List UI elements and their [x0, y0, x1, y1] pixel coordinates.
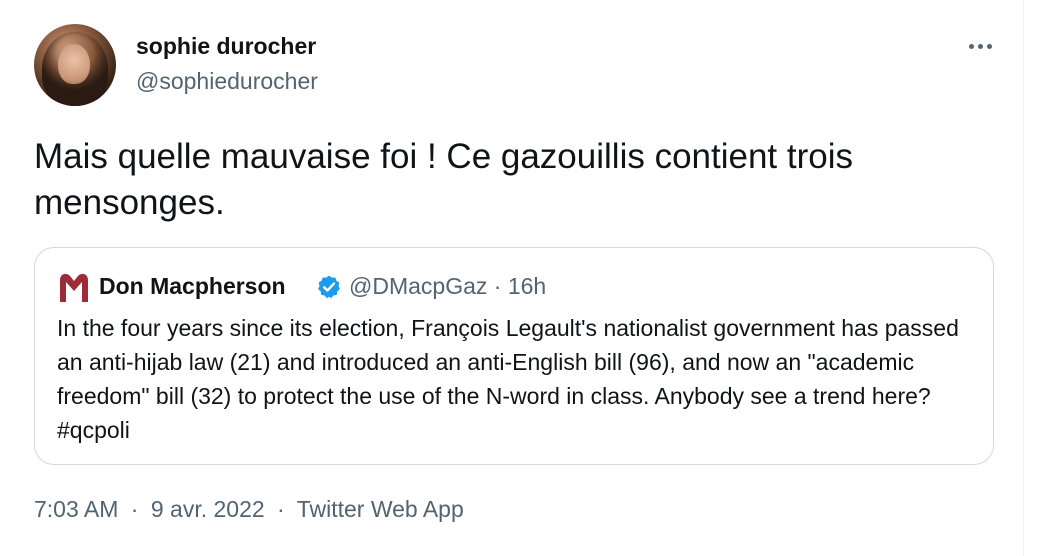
quoted-meta: @DMacpGaz · 16h: [349, 273, 546, 300]
tweet-footer: 7:03 AM · 9 avr. 2022 · Twitter Web App: [34, 496, 464, 523]
footer-separator-1: ·: [130, 496, 139, 522]
verified-badge-icon: [318, 275, 340, 299]
frame-border: [1023, 0, 1024, 556]
quoted-tweet[interactable]: Don Macpherson @DMacpGaz · 16h In the fo…: [34, 247, 994, 465]
tweet-date[interactable]: 9 avr. 2022: [151, 496, 265, 522]
tweet-time[interactable]: 7:03 AM: [34, 496, 118, 522]
gazette-logo-icon: [60, 273, 88, 302]
more-dots-icon[interactable]: [960, 34, 1000, 58]
quoted-handle[interactable]: @DMacpGaz: [349, 273, 487, 299]
tweet-card: sophie durocher @sophiedurocher Mais que…: [0, 0, 1024, 556]
quoted-separator: ·: [493, 273, 502, 299]
author-handle[interactable]: @sophiedurocher: [136, 68, 318, 95]
quoted-display-name[interactable]: Don Macpherson: [99, 273, 286, 300]
quoted-time[interactable]: 16h: [508, 273, 546, 299]
author-display-name[interactable]: sophie durocher: [136, 33, 316, 60]
avatar-face: [58, 44, 90, 84]
quoted-tweet-text: In the four years since its election, Fr…: [57, 315, 959, 443]
tweet-source[interactable]: Twitter Web App: [297, 496, 464, 522]
avatar[interactable]: [34, 24, 116, 106]
tweet-text: Mais quelle mauvaise foi ! Ce gazouillis…: [34, 137, 853, 222]
footer-separator-2: ·: [277, 496, 285, 522]
